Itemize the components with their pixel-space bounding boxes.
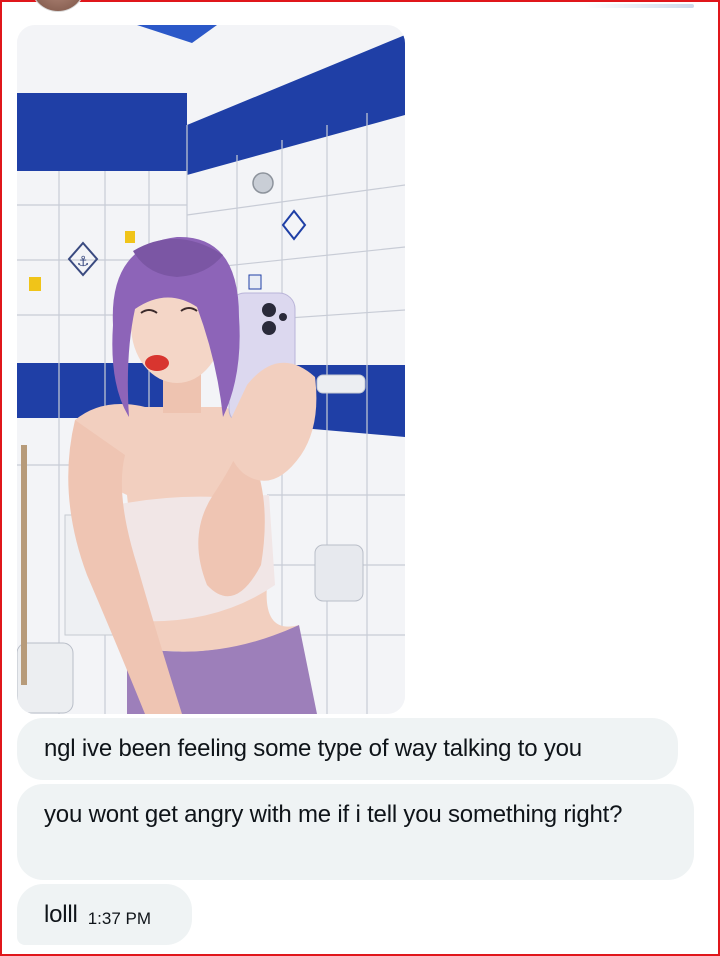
svg-text:⚓: ⚓ [77,254,90,270]
message-text: you wont get angry with me if i tell you… [44,801,623,828]
message-text: ngl ive been feeling some type of way ta… [44,735,582,762]
message-timestamp: 1:37 PM [87,909,151,928]
message-text: lolll [44,901,78,928]
photo-attachment[interactable]: ⚓ [17,25,405,714]
avatar[interactable] [30,0,86,12]
message-bubble[interactable]: you wont get angry with me if i tell you… [17,784,694,880]
dm-conversation-frame: ⚓ ngl ive been feeling some type of way … [0,0,720,956]
message-bubble[interactable]: ngl ive been feeling some type of way ta… [17,718,678,780]
message-bubble[interactable]: lolll 1:37 PM [17,884,192,945]
photo-illustration: ⚓ [17,25,405,714]
header-divider [584,4,694,8]
